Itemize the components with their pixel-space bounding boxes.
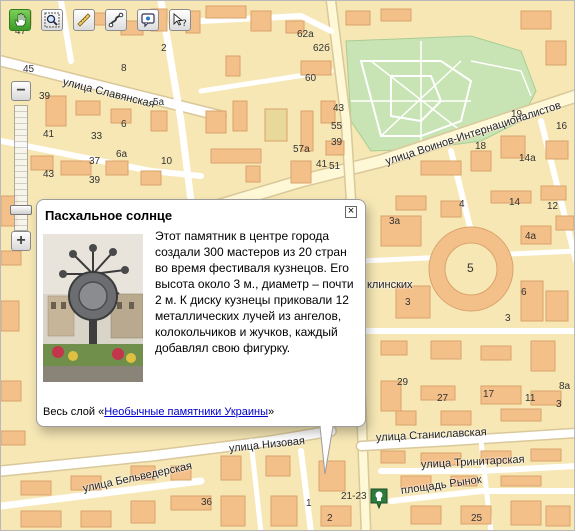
route-icon xyxy=(108,12,124,28)
label-icon xyxy=(141,13,155,28)
monument-marker-icon[interactable] xyxy=(369,487,389,509)
house-number: 1 xyxy=(306,498,312,509)
house-number: 3 xyxy=(405,297,411,308)
house-number: 62б xyxy=(313,43,330,54)
close-button[interactable]: × xyxy=(345,206,357,218)
hand-tool-button[interactable] xyxy=(9,9,31,31)
info-balloon: Пасхальное солнце × Этот памятник в цент… xyxy=(36,199,366,427)
house-number: 2 xyxy=(161,43,167,54)
house-number: 19 xyxy=(511,109,523,120)
house-number: 43 xyxy=(43,169,55,180)
magnifier-icon xyxy=(44,12,60,28)
house-number: 25 xyxy=(471,513,483,524)
house-number: 33 xyxy=(91,131,103,142)
zoom-in-button[interactable]: + xyxy=(11,231,31,251)
house-number: 51 xyxy=(329,161,341,172)
house-number: 21-23 xyxy=(341,491,367,502)
map-view[interactable]: улица Славянская улица Воинов-Интернацио… xyxy=(0,0,575,531)
footer-suffix: » xyxy=(268,406,275,418)
house-number: 6а xyxy=(116,149,128,160)
zoom-area-button[interactable] xyxy=(41,9,63,31)
zoom-slider-handle[interactable] xyxy=(10,205,32,215)
house-number: 17 xyxy=(483,389,495,400)
house-number: 39 xyxy=(331,137,343,148)
street-label: клинских xyxy=(367,279,413,291)
layer-link[interactable]: Необычные памятники Украины xyxy=(104,406,268,418)
house-number: 37 xyxy=(89,156,101,167)
house-number: 41 xyxy=(43,129,55,140)
house-number: 10 xyxy=(161,156,173,167)
house-number: 60 xyxy=(305,73,317,84)
house-number: 55 xyxy=(331,121,343,132)
house-number: 39 xyxy=(39,91,51,102)
add-label-button[interactable] xyxy=(137,9,159,31)
ruler-button[interactable] xyxy=(73,9,95,31)
hand-icon xyxy=(14,13,27,27)
house-number: 36 xyxy=(201,497,213,508)
house-number: 27 xyxy=(437,393,449,404)
house-number: 11 xyxy=(525,393,536,404)
ruler-icon xyxy=(77,13,91,27)
balloon-tail xyxy=(319,426,334,475)
house-number: 41 xyxy=(316,159,328,170)
house-number: 6 xyxy=(521,287,527,298)
house-number: 6 xyxy=(121,119,127,130)
balloon-title: Пасхальное солнце xyxy=(45,208,173,223)
close-icon: × xyxy=(347,205,355,217)
house-number: 3 xyxy=(556,399,562,410)
zoom-out-button[interactable]: − xyxy=(11,81,31,101)
house-number: 5 xyxy=(467,261,474,275)
house-number: 2 xyxy=(327,513,333,524)
house-number: 18 xyxy=(475,141,487,152)
house-number: 16 xyxy=(556,121,568,132)
house-number: 4 xyxy=(459,199,465,210)
house-number: 62а xyxy=(297,29,314,40)
house-number: 14а xyxy=(519,153,536,164)
house-number: 4а xyxy=(525,231,537,242)
balloon-footer: Весь слой «Необычные памятники Украины» xyxy=(43,406,274,418)
svg-text:?: ? xyxy=(182,19,187,28)
route-button[interactable] xyxy=(105,9,127,31)
sculpture-photo xyxy=(43,234,143,382)
balloon-description: Этот памятник в центре города создали 30… xyxy=(155,229,354,355)
house-number: 45 xyxy=(23,64,35,75)
house-number: 12 xyxy=(547,201,559,212)
house-number: 57а xyxy=(293,144,310,155)
help-button[interactable]: ? xyxy=(169,9,191,31)
house-number: 8 xyxy=(121,63,127,74)
house-number: 39 xyxy=(89,175,101,186)
house-number: 8а xyxy=(559,381,571,392)
house-number: 3 xyxy=(505,313,511,324)
house-number: 5а xyxy=(153,97,165,108)
house-number: 3а xyxy=(389,216,401,227)
house-number: 14 xyxy=(509,197,521,208)
house-number: 43 xyxy=(333,103,345,114)
sculpture-photo-image xyxy=(43,234,143,382)
house-number: 29 xyxy=(397,377,409,388)
footer-prefix: Весь слой « xyxy=(43,406,105,418)
question-icon: ? xyxy=(173,13,187,28)
